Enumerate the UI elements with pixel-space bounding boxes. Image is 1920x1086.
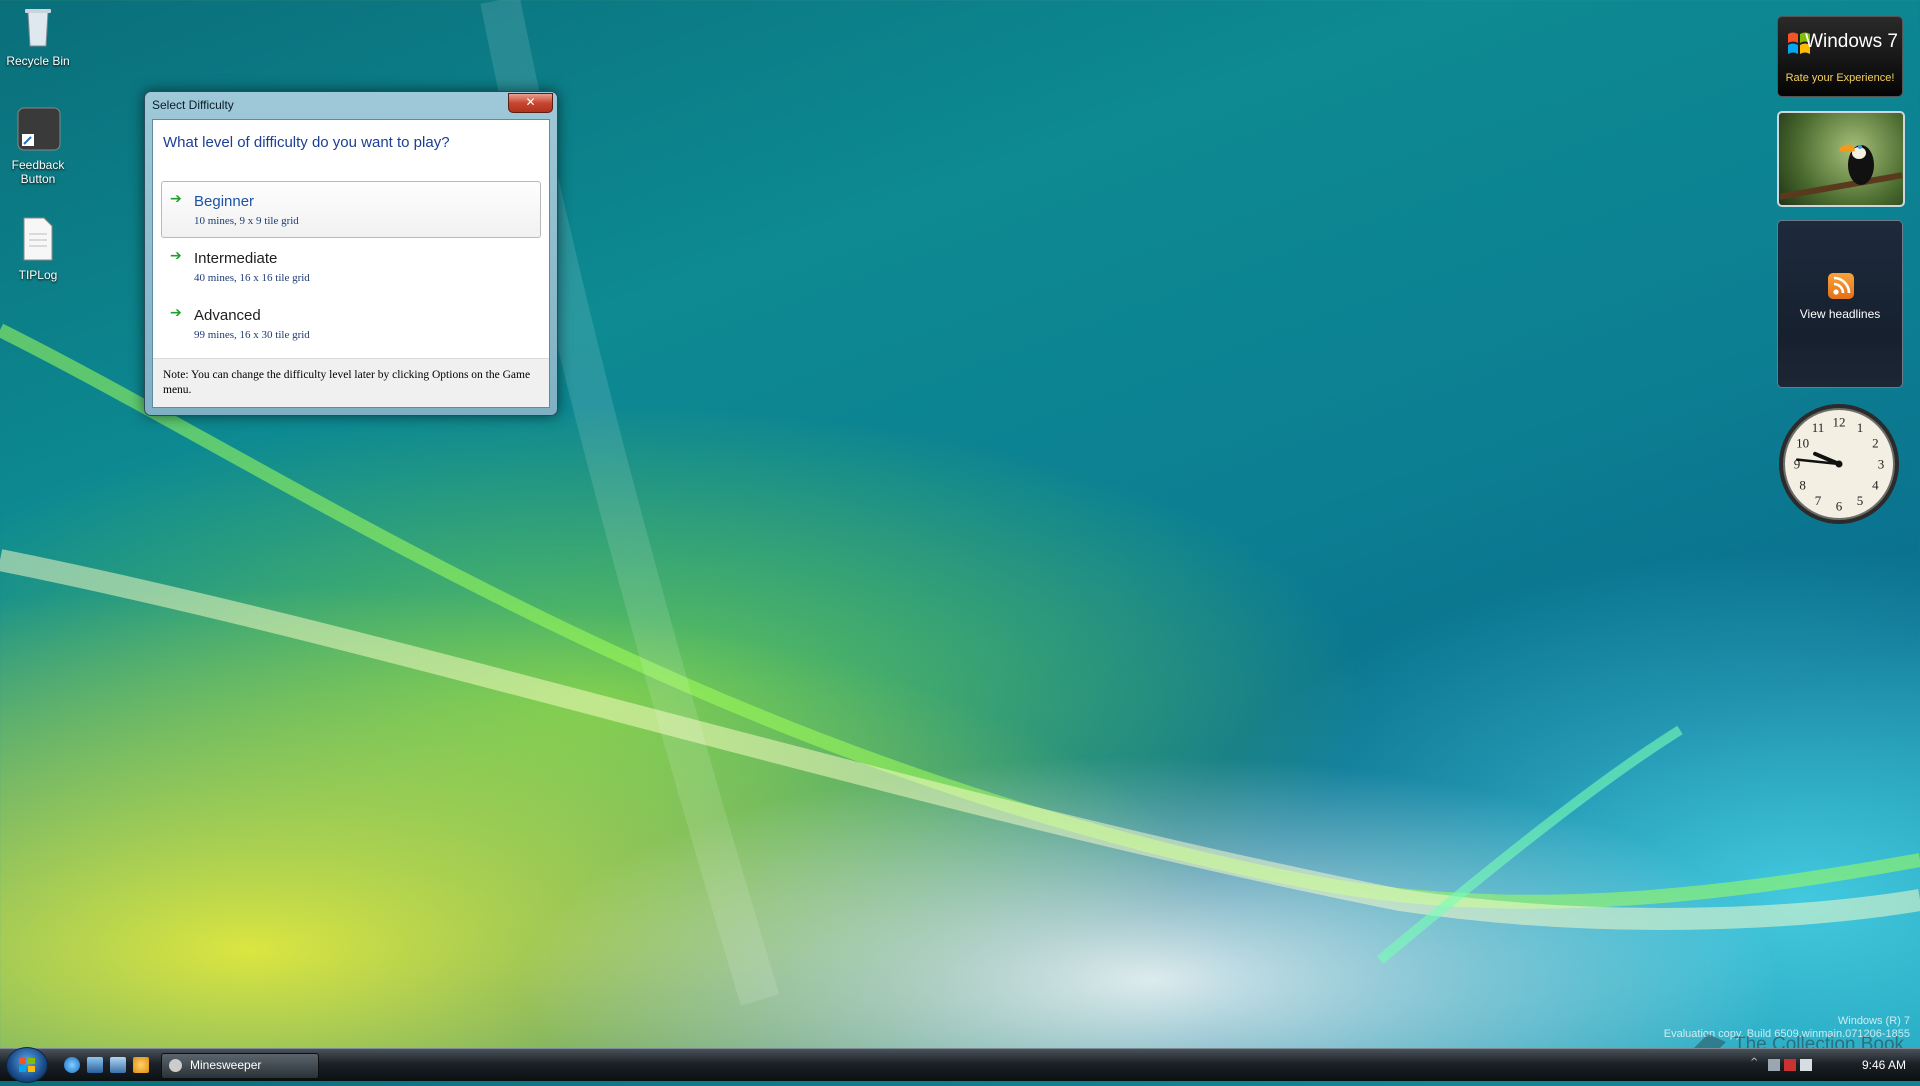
note-text: Note: You can change the difficulty leve… (163, 369, 531, 396)
clock-numeral: 3 (1878, 457, 1885, 472)
rate-experience-text: Rate your Experience! (1785, 72, 1895, 84)
windows-logo-icon (19, 1058, 35, 1072)
option-label: Beginner (194, 193, 255, 210)
view-headlines-label: View headlines (1799, 307, 1881, 321)
difficulty-note: Note: You can change the difficulty leve… (153, 358, 549, 407)
internet-explorer-icon[interactable] (64, 1057, 80, 1073)
window-titlebar[interactable]: Select Difficulty ✕ (145, 92, 557, 118)
dialog-client-area: What level of difficulty do you want to … (152, 119, 550, 408)
taskbar: Minesweeper ^ 9:46 AM (0, 1047, 1920, 1083)
feed-headlines-gadget[interactable]: View headlines (1777, 220, 1903, 388)
feedback-button-label: Feedback Button (11, 158, 65, 186)
show-hidden-icons-chevron[interactable]: ^ (1750, 1057, 1762, 1069)
media-player-icon[interactable] (133, 1057, 149, 1073)
clock-numeral: 8 (1799, 478, 1806, 493)
taskbar-clock[interactable]: 9:46 AM (1862, 1058, 1906, 1072)
mine-icon (169, 1059, 182, 1072)
tiplog-desktop-icon[interactable]: TIPLog (0, 216, 76, 282)
analog-clock-gadget[interactable]: 1234567891011 12 (1777, 402, 1901, 526)
recycle-bin-label: Recycle Bin (6, 54, 70, 68)
switch-windows-icon[interactable] (110, 1057, 126, 1073)
taskbar-button-minesweeper[interactable]: Minesweeper (161, 1053, 319, 1079)
clock-numeral: 12 (1833, 415, 1846, 430)
start-button[interactable] (6, 1047, 48, 1083)
option-advanced[interactable]: ➔ Advanced 99 mines, 16 x 30 tile grid (161, 295, 541, 352)
clock-numeral: 7 (1815, 493, 1822, 508)
green-arrow-icon: ➔ (170, 305, 182, 321)
feedback-button-desktop-icon[interactable]: Feedback Button (0, 106, 76, 186)
clock-numeral: 5 (1857, 493, 1864, 508)
option-label: Advanced (194, 307, 261, 324)
clock-numeral: 11 (1812, 420, 1825, 435)
recycle-bin-icon (14, 2, 62, 50)
tiplog-label: TIPLog (18, 268, 58, 282)
option-intermediate[interactable]: ➔ Intermediate 40 mines, 16 x 16 tile gr… (161, 238, 541, 295)
option-beginner[interactable]: ➔ Beginner 10 mines, 9 x 9 tile grid (161, 181, 541, 238)
clock-numeral: 4 (1872, 478, 1879, 493)
windows7-feedback-gadget[interactable]: Windows 7 Rate your Experience! (1777, 16, 1903, 97)
option-label: Intermediate (194, 250, 278, 267)
notification-area: ^ 9:46 AM (1750, 1049, 1920, 1081)
option-detail: 40 mines, 16 x 16 tile grid (194, 272, 310, 284)
clock-numeral: 6 (1836, 499, 1843, 514)
window-title: Select Difficulty (152, 98, 234, 112)
green-arrow-icon: ➔ (170, 191, 182, 207)
option-detail: 10 mines, 9 x 9 tile grid (194, 215, 299, 227)
text-file-icon (14, 216, 62, 264)
toucan-photo (1779, 144, 1903, 200)
taskbar-button-label: Minesweeper (190, 1058, 262, 1072)
slideshow-gadget[interactable] (1777, 111, 1905, 207)
feedback-shortcut-icon (14, 106, 62, 154)
clock-numeral: 1 (1857, 420, 1864, 435)
select-difficulty-window: Select Difficulty ✕ What level of diffic… (144, 91, 558, 416)
rss-feed-icon (1828, 273, 1854, 299)
network-icon[interactable] (1768, 1059, 1780, 1071)
close-button[interactable]: ✕ (508, 93, 553, 113)
windows7-brand: Windows 7 (1805, 31, 1898, 52)
recycle-bin-desktop-icon[interactable]: Recycle Bin (0, 2, 76, 68)
show-desktop-icon[interactable] (87, 1057, 103, 1073)
action-center-flag-icon[interactable] (1784, 1059, 1796, 1071)
close-icon: ✕ (525, 95, 536, 109)
green-arrow-icon: ➔ (170, 248, 182, 264)
clock-numeral: 10 (1796, 436, 1809, 451)
option-detail: 99 mines, 16 x 30 tile grid (194, 329, 310, 341)
watermark-line1: Windows (R) 7 (1837, 1015, 1910, 1027)
difficulty-question: What level of difficulty do you want to … (163, 134, 450, 151)
clock-numeral: 2 (1872, 436, 1879, 451)
volume-icon[interactable] (1800, 1059, 1812, 1071)
